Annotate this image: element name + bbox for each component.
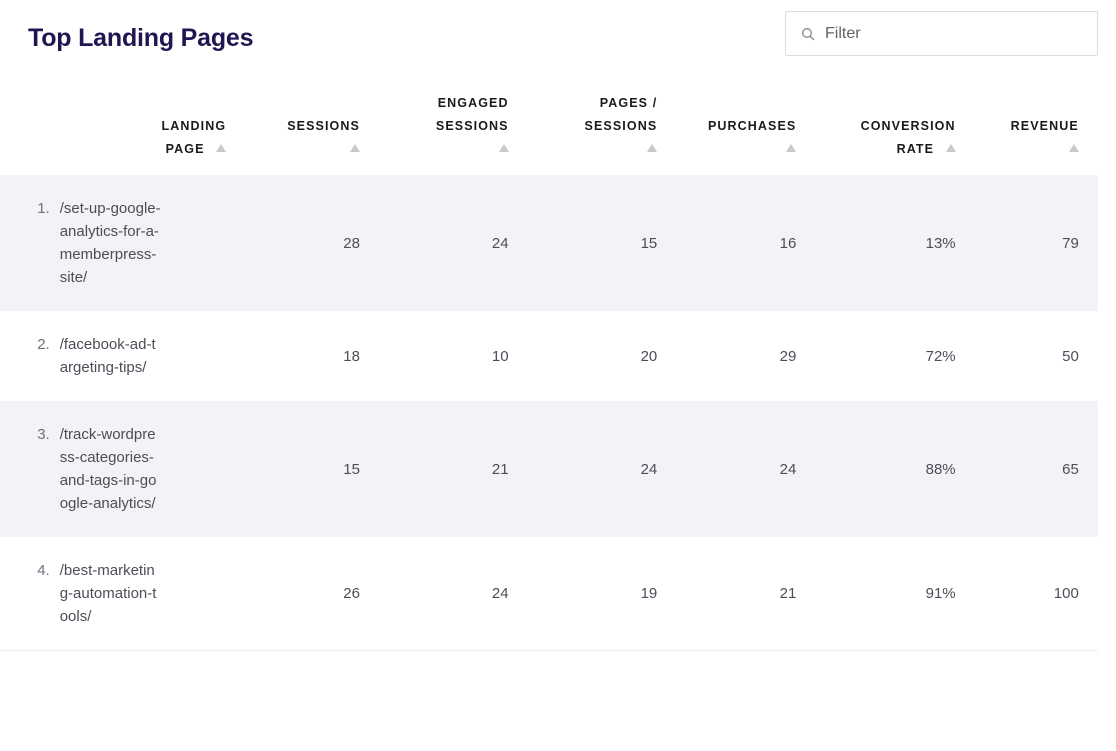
cell-landing-page[interactable]: 4. /best-marketing-automation-tools/ <box>30 537 226 651</box>
cell-revenue: 100 <box>956 537 1079 651</box>
panel-header: Top Landing Pages <box>0 0 1116 92</box>
cell-conversion-rate: 72% <box>796 311 955 401</box>
cell-engaged-sessions: 24 <box>360 175 509 311</box>
cell-sessions: 26 <box>226 537 360 651</box>
cell-landing-page[interactable]: 3. /track-wordpress-categories-and-tags-… <box>30 401 226 537</box>
cell-pages-per-sessions: 24 <box>509 401 658 537</box>
cell-purchases: 21 <box>657 537 796 651</box>
row-gutter-right <box>1079 175 1098 311</box>
row-gutter-left <box>0 401 30 537</box>
row-rank: 1. <box>30 197 60 220</box>
table-row[interactable]: 2. /facebook-ad-targeting-tips/ 18 10 20… <box>0 311 1098 401</box>
cell-revenue: 65 <box>956 401 1079 537</box>
row-gutter-left <box>0 175 30 311</box>
column-header-conversion-rate-line2: RATE <box>897 142 935 156</box>
cell-landing-page[interactable]: 2. /facebook-ad-targeting-tips/ <box>30 311 226 401</box>
header-gutter-left <box>0 92 30 175</box>
table-row[interactable]: 3. /track-wordpress-categories-and-tags-… <box>0 401 1098 537</box>
search-icon <box>800 26 816 42</box>
landing-page-url[interactable]: /facebook-ad-targeting-tips/ <box>60 333 161 379</box>
column-header-engaged-sessions-line2: SESSIONS <box>360 115 509 138</box>
cell-pages-per-sessions: 15 <box>509 175 658 311</box>
cell-sessions: 18 <box>226 311 360 401</box>
column-header-engaged-sessions[interactable]: ENGAGED SESSIONS <box>360 92 509 175</box>
sort-ascending-triangle-icon[interactable] <box>946 144 956 152</box>
table-row[interactable]: 1. /set-up-google-analytics-for-a-member… <box>0 175 1098 311</box>
filter-input[interactable] <box>825 25 1083 43</box>
row-rank: 4. <box>30 559 60 582</box>
cell-purchases: 29 <box>657 311 796 401</box>
cell-conversion-rate: 13% <box>796 175 955 311</box>
sort-ascending-triangle-icon[interactable] <box>1069 144 1079 152</box>
landing-pages-table-container: LANDING PAGE SESSIONS ENGAGED SESSIONS P… <box>0 92 1116 651</box>
sort-ascending-triangle-icon[interactable] <box>499 144 509 152</box>
sort-ascending-triangle-icon[interactable] <box>216 144 226 152</box>
column-header-purchases-line1: PURCHASES <box>657 115 796 138</box>
column-header-landing-page-line1: LANDING <box>30 115 226 138</box>
column-header-pages-per-sessions[interactable]: PAGES / SESSIONS <box>509 92 658 175</box>
column-header-sessions-line1: SESSIONS <box>226 115 360 138</box>
sort-ascending-triangle-icon[interactable] <box>647 144 657 152</box>
cell-revenue: 50 <box>956 311 1079 401</box>
landing-page-url[interactable]: /best-marketing-automation-tools/ <box>60 559 161 628</box>
row-gutter-right <box>1079 537 1098 651</box>
landing-page-url[interactable]: /track-wordpress-categories-and-tags-in-… <box>60 423 161 515</box>
cell-sessions: 28 <box>226 175 360 311</box>
sort-ascending-triangle-icon[interactable] <box>786 144 796 152</box>
cell-engaged-sessions: 21 <box>360 401 509 537</box>
filter-search-box[interactable] <box>785 11 1098 56</box>
header-gutter-right <box>1079 92 1098 175</box>
cell-purchases: 16 <box>657 175 796 311</box>
column-header-landing-page-line2: PAGE <box>166 142 205 156</box>
column-header-conversion-rate[interactable]: CONVERSION RATE <box>796 92 955 175</box>
table-header-row: LANDING PAGE SESSIONS ENGAGED SESSIONS P… <box>0 92 1098 175</box>
table-body: 1. /set-up-google-analytics-for-a-member… <box>0 175 1098 651</box>
row-gutter-right <box>1079 311 1098 401</box>
column-header-landing-page[interactable]: LANDING PAGE <box>30 92 226 175</box>
column-header-revenue-line1: REVENUE <box>956 115 1079 138</box>
cell-engaged-sessions: 10 <box>360 311 509 401</box>
row-gutter-left <box>0 537 30 651</box>
row-gutter-right <box>1079 401 1098 537</box>
cell-pages-per-sessions: 20 <box>509 311 658 401</box>
cell-engaged-sessions: 24 <box>360 537 509 651</box>
page-title: Top Landing Pages <box>28 24 253 53</box>
cell-sessions: 15 <box>226 401 360 537</box>
table-row[interactable]: 4. /best-marketing-automation-tools/ 26 … <box>0 537 1098 651</box>
column-header-engaged-sessions-line1: ENGAGED <box>360 92 509 115</box>
cell-purchases: 24 <box>657 401 796 537</box>
column-header-sessions[interactable]: SESSIONS <box>226 92 360 175</box>
column-header-conversion-rate-line1: CONVERSION <box>796 115 955 138</box>
column-header-pages-per-sessions-line2: SESSIONS <box>509 115 658 138</box>
landing-pages-table: LANDING PAGE SESSIONS ENGAGED SESSIONS P… <box>0 92 1098 651</box>
column-header-purchases[interactable]: PURCHASES <box>657 92 796 175</box>
sort-ascending-triangle-icon[interactable] <box>350 144 360 152</box>
table-header: LANDING PAGE SESSIONS ENGAGED SESSIONS P… <box>0 92 1098 175</box>
landing-page-url[interactable]: /set-up-google-analytics-for-a-memberpre… <box>60 197 161 289</box>
row-rank: 3. <box>30 423 60 446</box>
column-header-revenue[interactable]: REVENUE <box>956 92 1079 175</box>
cell-pages-per-sessions: 19 <box>509 537 658 651</box>
cell-landing-page[interactable]: 1. /set-up-google-analytics-for-a-member… <box>30 175 226 311</box>
row-rank: 2. <box>30 333 60 356</box>
cell-revenue: 79 <box>956 175 1079 311</box>
cell-conversion-rate: 91% <box>796 537 955 651</box>
column-header-pages-per-sessions-line1: PAGES / <box>509 92 658 115</box>
cell-conversion-rate: 88% <box>796 401 955 537</box>
row-gutter-left <box>0 311 30 401</box>
